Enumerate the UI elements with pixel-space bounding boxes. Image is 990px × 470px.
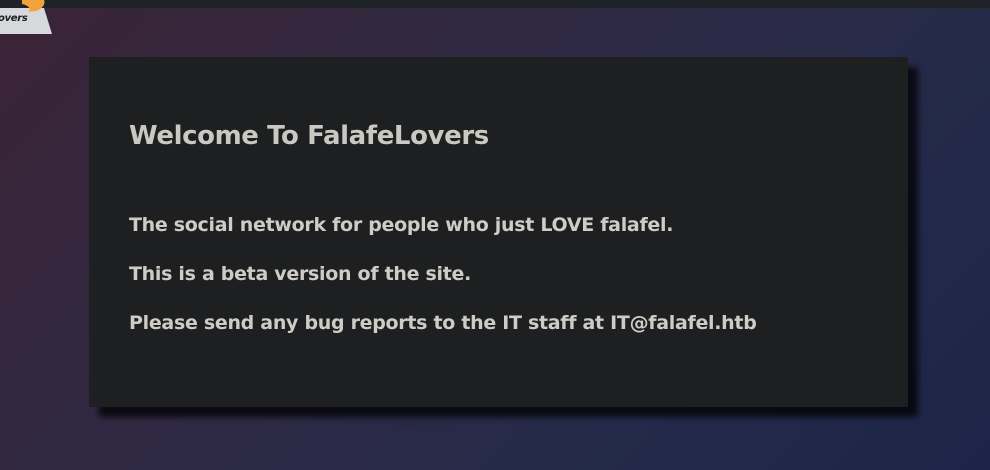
- welcome-card: Welcome To FalafeLovers The social netwo…: [89, 57, 908, 407]
- beta-notice-text: This is a beta version of the site.: [129, 263, 472, 285]
- logo-text: overs: [0, 13, 28, 24]
- site-logo[interactable]: overs: [0, 0, 54, 34]
- tagline-text: The social network for people who just L…: [129, 214, 674, 236]
- bug-report-text: Please send any bug reports to the IT st…: [129, 312, 757, 334]
- welcome-text: The social network for people who just L…: [129, 215, 908, 334]
- top-navbar: [0, 0, 990, 9]
- welcome-title: Welcome To FalafeLovers: [129, 121, 489, 151]
